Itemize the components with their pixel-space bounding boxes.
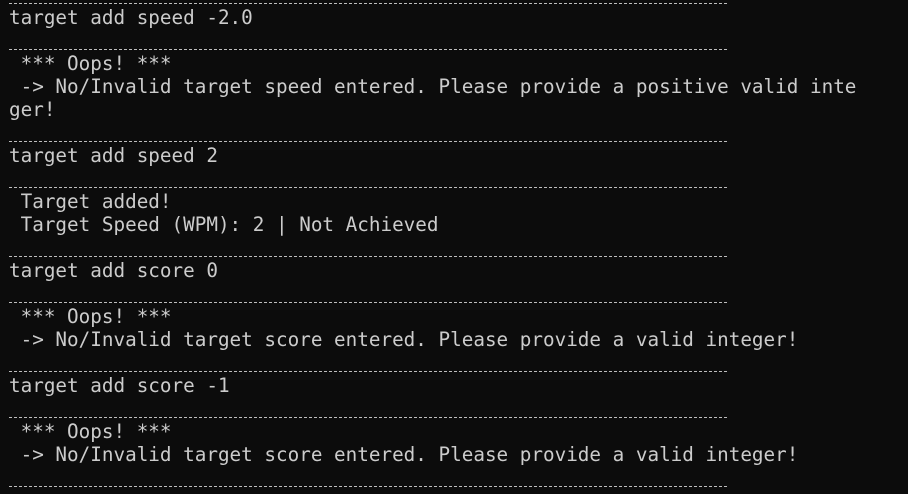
separator-line — [9, 122, 727, 142]
separator-line — [9, 237, 727, 257]
target-speed-status: Target Speed (WPM): 2 | Not Achieved — [9, 213, 439, 236]
separator-line — [9, 0, 727, 4]
separator-line — [9, 30, 727, 50]
error-header: *** Oops! *** — [9, 52, 172, 75]
error-header: *** Oops! *** — [9, 420, 172, 443]
separator-line — [9, 168, 727, 188]
command-line: target add speed 2 — [9, 144, 218, 167]
terminal-window[interactable]: target add speed -2.0 *** Oops! *** -> N… — [0, 0, 908, 494]
error-message: -> No/Invalid target speed entered. Plea… — [9, 75, 857, 98]
error-header: *** Oops! *** — [9, 305, 172, 328]
separator-line — [9, 398, 727, 418]
success-message: Target added! — [9, 190, 172, 213]
error-message-wrap: ger! — [9, 98, 56, 121]
command-line: target add speed -2.0 — [9, 6, 253, 29]
error-message: -> No/Invalid target score entered. Plea… — [9, 328, 799, 351]
separator-line — [9, 283, 727, 303]
error-message: -> No/Invalid target score entered. Plea… — [9, 443, 799, 466]
command-line: target add score -1 — [9, 374, 230, 397]
separator-line — [9, 352, 727, 372]
separator-line — [9, 467, 727, 487]
command-line: target add score 0 — [9, 259, 218, 282]
